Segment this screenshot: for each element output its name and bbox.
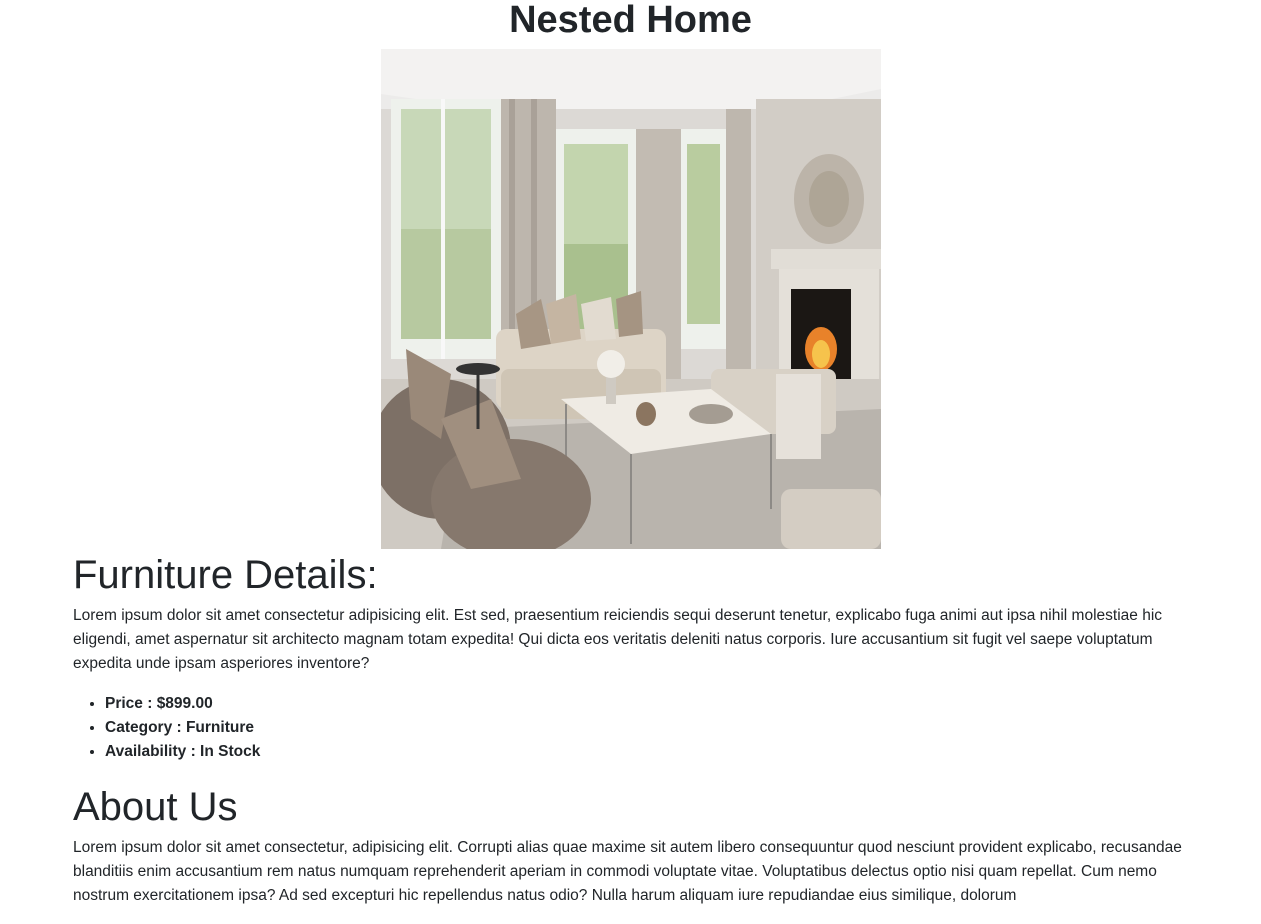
detail-price: Price : $899.00 [105,692,1193,716]
furniture-details-list: Price : $899.00 Category : Furniture Ava… [73,692,1193,764]
about-us-text: Lorem ipsum dolor sit amet consectetur, … [73,839,1182,904]
page-title: Nested Home [509,0,752,41]
about-us-heading: About Us [73,785,238,829]
living-room-image [381,49,881,549]
detail-category: Category : Furniture [105,716,1193,740]
furniture-description: Lorem ipsum dolor sit amet consectetur a… [73,607,1163,672]
main-content: Furniture Details: Lorem ipsum dolor sit… [73,550,1193,924]
detail-availability: Availability : In Stock [105,740,1193,764]
furniture-details-heading: Furniture Details: [73,553,378,597]
